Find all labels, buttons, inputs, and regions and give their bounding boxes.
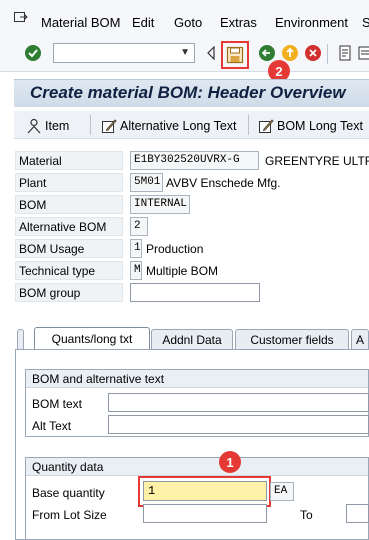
save-icon [226,46,244,64]
material-value: E1BY302520UVRX-G [130,151,259,170]
menu-environment[interactable]: Environment [275,15,348,30]
alternative-bom-label: Alternative BOM [15,217,123,236]
tab-quants-long-txt[interactable]: Quants/long txt [34,327,150,350]
title-bar: Create material BOM: Header Overview [14,79,369,107]
alternative-long-text-label: Alternative Long Text [120,119,237,133]
menu-exit-icon[interactable] [14,12,28,24]
base-quantity-label: Base quantity [32,486,105,500]
command-field[interactable]: ▼ [53,43,195,63]
tab-addnl-data[interactable]: Addnl Data [151,329,233,349]
menu-extras[interactable]: Extras [220,15,257,30]
bom-usage-description: Production [146,242,204,256]
from-lot-size-label: From Lot Size [32,508,107,522]
toolbar-separator [248,115,249,135]
from-lot-size-input[interactable] [143,504,267,523]
toolbar-separator [90,115,91,135]
menu-edit[interactable]: Edit [132,15,154,30]
edit-icon [259,119,274,133]
bom-text-input[interactable] [108,393,369,412]
step-badge-1: 1 [219,451,241,473]
tab-scroll-left[interactable] [17,329,24,349]
technical-type-label: Technical type [15,261,123,280]
group-quantity-data-title: Quantity data [26,458,368,476]
item-button[interactable]: Item [26,116,69,136]
person-icon [27,118,41,134]
command-input[interactable] [54,44,174,62]
page-title: Create material BOM: Header Overview [30,83,346,102]
tab-more[interactable]: A [351,329,369,349]
base-quantity-input[interactable]: 1 [143,481,267,501]
bom-text-label: BOM text [32,397,83,411]
alternative-long-text-button[interactable]: Alternative Long Text [101,116,237,136]
tab-customer-fields[interactable]: Customer fields [235,329,349,349]
material-label: Material [15,151,123,170]
plant-label: Plant [15,173,123,192]
item-button-label: Item [45,119,70,133]
menu-goto[interactable]: Goto [174,15,202,30]
toolbar-separator [327,44,328,64]
bom-group-label: BOM group [15,283,123,302]
bom-group-input[interactable] [130,283,260,302]
bom-usage-value: 1 [130,239,142,258]
alt-text-input[interactable] [108,415,369,434]
find-icon[interactable] [354,42,369,64]
material-description: GREENTYRE ULTR [265,154,369,168]
bom-value: INTERNAL [130,195,190,214]
save-button[interactable] [221,41,249,69]
base-quantity-unit: EA [270,482,294,501]
plant-description: AVBV Enschede Mfg. [166,176,281,190]
enter-icon[interactable] [22,42,44,64]
menu-more[interactable]: S [362,15,369,30]
bom-long-text-label: BOM Long Text [277,119,363,133]
cancel-icon[interactable] [302,42,324,64]
menu-material-bom[interactable]: Material BOM [41,15,120,30]
technical-type-description: Multiple BOM [146,264,219,278]
to-label: To [300,508,313,522]
alternative-bom-value: 2 [130,217,148,236]
bom-label: BOM [15,195,123,214]
print-icon[interactable] [334,42,356,64]
to-lot-size-input[interactable] [346,504,369,523]
alt-text-label: Alt Text [32,419,72,433]
bom-long-text-button[interactable]: BOM Long Text [258,116,363,136]
bom-usage-label: BOM Usage [15,239,123,258]
edit-icon [102,119,117,133]
technical-type-value: M [130,261,142,280]
collapse-left-icon[interactable] [200,42,222,64]
chevron-down-icon[interactable]: ▼ [180,47,190,58]
group-bom-text-title: BOM and alternative text [26,370,368,388]
plant-value: 5M01 [130,173,163,192]
